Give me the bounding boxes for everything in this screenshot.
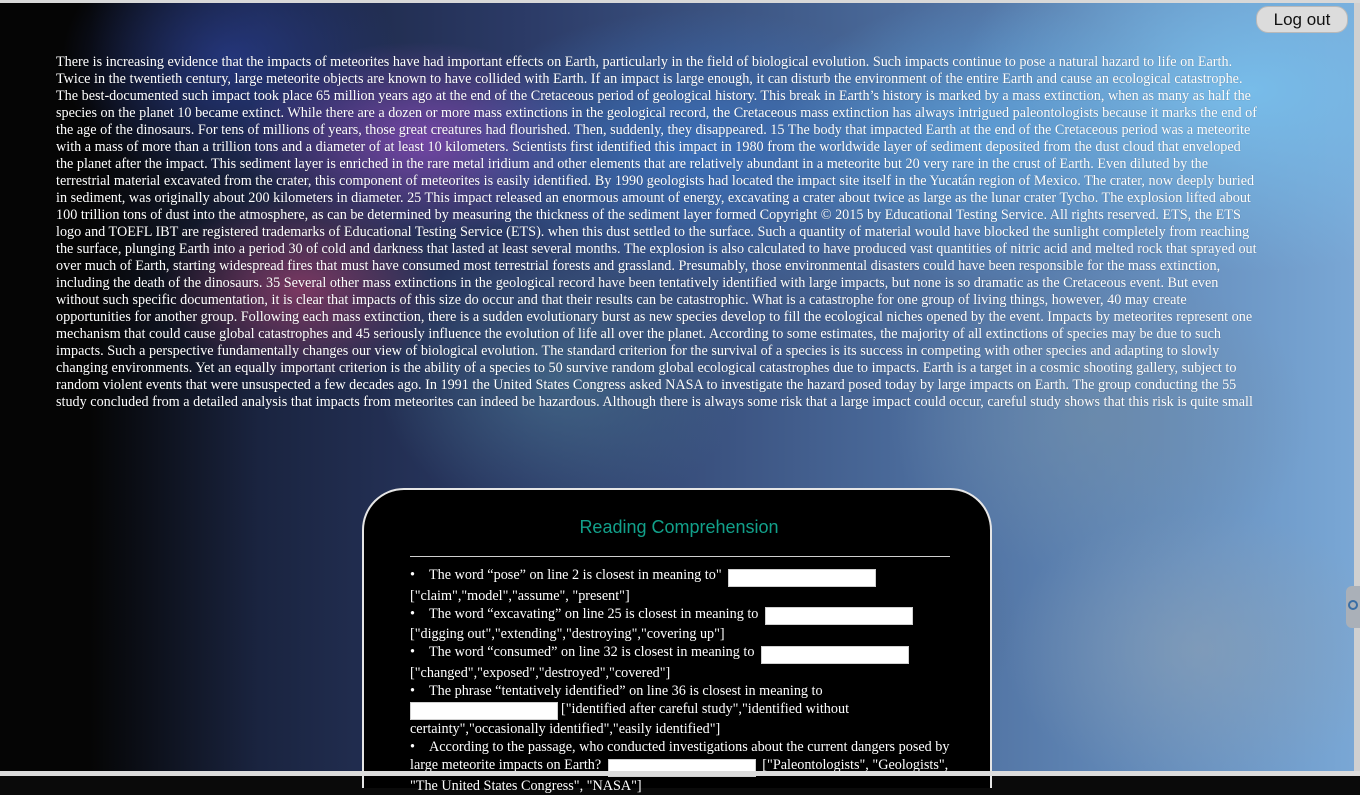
window-top-border — [0, 0, 1360, 3]
quiz-title: Reading Comprehension — [579, 517, 779, 537]
question-item: • The word “consumed” on line 32 is close… — [410, 643, 950, 682]
bullet: • — [410, 682, 415, 699]
question-prompt: The word “pose” on line 2 is closest in … — [429, 567, 722, 583]
answer-input[interactable] — [761, 645, 910, 664]
logout-button[interactable]: Log out — [1256, 6, 1348, 33]
bullet: • — [410, 567, 415, 583]
question-item: • The word “pose” on line 2 is closest in… — [410, 566, 950, 605]
question-item: • The phrase “tentatively identified” on … — [410, 682, 950, 739]
question-item: • The word “excavating” on line 25 is clo… — [410, 605, 950, 644]
answer-options: ["digging out","extending","destroying",… — [410, 626, 725, 642]
answer-input[interactable] — [728, 568, 877, 587]
question-list: • The word “pose” on line 2 is closest in… — [410, 566, 950, 795]
bullet: • — [410, 644, 415, 660]
answer-options: ["changed","exposed","destroyed","covere… — [410, 664, 671, 681]
question-item: • According to the passage, who conducted… — [410, 738, 950, 795]
question-prompt: The phrase “tentatively identified” on l… — [429, 682, 823, 699]
question-prompt: The word “consumed” on line 32 is closes… — [429, 644, 755, 660]
answer-options: ["claim","model","assume", "present"] — [410, 587, 630, 604]
question-prompt: The word “excavating” on line 25 is clos… — [429, 605, 759, 622]
panel-toggle-icon — [1348, 600, 1358, 610]
side-panel-tab[interactable] — [1346, 586, 1360, 628]
reading-passage: There is increasing evidence that the im… — [56, 54, 1257, 410]
quiz-panel: Reading Comprehension • The word “pose” o… — [362, 488, 992, 794]
answer-input[interactable] — [764, 607, 913, 625]
scrollbar[interactable] — [1354, 3, 1360, 771]
answer-input[interactable] — [410, 702, 558, 720]
divider — [410, 556, 950, 557]
bullet: • — [410, 605, 415, 622]
bullet: • — [410, 739, 415, 755]
window-bottom-border — [0, 771, 1360, 776]
